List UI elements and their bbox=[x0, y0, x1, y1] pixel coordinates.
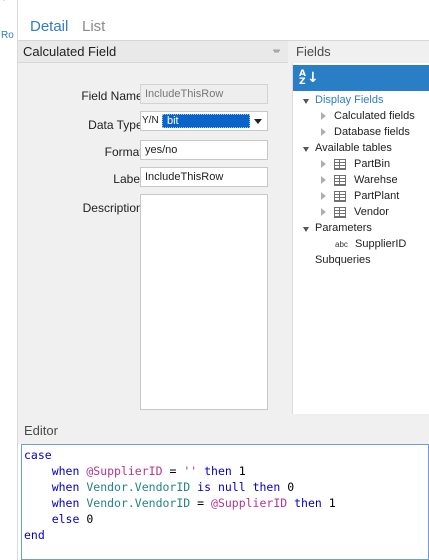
code-token: Vendor.VendorID bbox=[86, 496, 191, 510]
field-name-label: Field Name: bbox=[81, 89, 146, 103]
editor-header: Editor bbox=[18, 416, 429, 444]
fields-panel: A Z ↓ Display Fields Calculated fields Dat… bbox=[292, 63, 429, 414]
description-label: Description: bbox=[82, 201, 146, 215]
code-token: null bbox=[217, 480, 246, 494]
expand-closed-icon[interactable] bbox=[321, 160, 326, 168]
tree-database-fields[interactable]: Database fields bbox=[334, 126, 410, 138]
tree-parameters[interactable]: Parameters bbox=[315, 222, 372, 234]
data-type-prefix: Y/N bbox=[142, 115, 159, 126]
code-token: else bbox=[51, 512, 80, 526]
table-icon bbox=[334, 175, 346, 186]
calculated-field-title: Calculated Field bbox=[23, 44, 117, 59]
code-token: Vendor.VendorID bbox=[86, 480, 191, 494]
tree-subqueries[interactable]: Subqueries bbox=[315, 254, 371, 266]
chevron-down-icon[interactable] bbox=[254, 119, 262, 124]
expand-open-icon[interactable] bbox=[303, 227, 309, 232]
string-type-icon: abc bbox=[335, 240, 348, 249]
code-token: then bbox=[204, 464, 232, 478]
code-token: 1 bbox=[238, 464, 246, 478]
data-type-select[interactable]: Y/N bit bbox=[140, 111, 268, 131]
label-input[interactable]: IncludeThisRow bbox=[140, 167, 268, 187]
tab-bar: Detail List bbox=[18, 12, 429, 42]
format-input[interactable]: yes/no bbox=[140, 140, 268, 160]
pin-icon[interactable]: ᚚ bbox=[273, 45, 280, 56]
code-content[interactable]: case when @SupplierID = '' then 1 when V… bbox=[24, 447, 336, 543]
code-token: @SupplierID bbox=[86, 464, 163, 478]
editor-title: Editor bbox=[24, 423, 58, 438]
description-textarea[interactable] bbox=[140, 194, 268, 410]
tree-available-tables[interactable]: Available tables bbox=[315, 142, 392, 154]
sort-toolbar: A Z ↓ bbox=[293, 65, 429, 91]
tree-table-item[interactable]: PartBin bbox=[354, 158, 390, 170]
code-editor[interactable]: case when @SupplierID = '' then 1 when V… bbox=[21, 444, 429, 560]
table-icon bbox=[334, 207, 346, 218]
fields-header: Fields bbox=[292, 41, 429, 63]
expand-closed-icon[interactable] bbox=[321, 192, 326, 200]
code-token: 0 bbox=[86, 512, 94, 526]
code-token: then bbox=[252, 480, 281, 494]
tree-display-fields[interactable]: Display Fields bbox=[315, 94, 383, 106]
code-token: is bbox=[197, 480, 211, 494]
code-token: '' bbox=[183, 464, 198, 478]
tree-parameter-item[interactable]: SupplierID bbox=[355, 238, 406, 250]
code-token: @SupplierID bbox=[211, 496, 288, 510]
table-icon bbox=[334, 159, 346, 170]
code-token: then bbox=[294, 496, 322, 510]
code-token: end bbox=[24, 528, 45, 542]
tree-table-item[interactable]: Warehse bbox=[354, 174, 398, 186]
expand-open-icon[interactable] bbox=[303, 99, 309, 104]
expand-closed-icon[interactable] bbox=[321, 112, 326, 120]
tree-calculated-fields[interactable]: Calculated fields bbox=[334, 110, 415, 122]
tree-table-item[interactable]: Vendor bbox=[354, 206, 389, 218]
calculated-field-header: Calculated Field ᚚ bbox=[18, 41, 288, 63]
code-token: when bbox=[51, 480, 80, 494]
fields-title: Fields bbox=[296, 44, 331, 59]
code-token: case bbox=[24, 448, 52, 462]
field-name-input[interactable]: IncludeThisRow bbox=[140, 84, 268, 104]
calculated-field-form: Field Name: IncludeThisRow Data Type: Y/… bbox=[18, 63, 288, 416]
expand-closed-icon[interactable] bbox=[321, 128, 326, 136]
table-icon bbox=[334, 191, 346, 202]
code-token: 0 bbox=[287, 480, 295, 494]
code-token: 1 bbox=[328, 496, 336, 510]
sort-az-icon[interactable]: A Z ↓ bbox=[299, 69, 319, 87]
data-type-label: Data Type: bbox=[88, 118, 146, 132]
code-token: when bbox=[51, 464, 80, 478]
tab-list[interactable]: List bbox=[82, 18, 105, 35]
expand-open-icon[interactable] bbox=[303, 147, 309, 152]
code-token: when bbox=[51, 496, 80, 510]
expand-closed-icon[interactable] bbox=[321, 208, 326, 216]
expand-closed-icon[interactable] bbox=[321, 176, 326, 184]
tab-detail[interactable]: Detail bbox=[30, 18, 68, 35]
left-strip: ⊤ Ro bbox=[0, 0, 18, 560]
left-strip-label[interactable]: Ro bbox=[1, 30, 14, 41]
pin-icon[interactable]: ⊤ bbox=[0, 0, 8, 4]
data-type-selected[interactable]: bit bbox=[162, 114, 250, 128]
tree-table-item[interactable]: PartPlant bbox=[354, 190, 399, 202]
